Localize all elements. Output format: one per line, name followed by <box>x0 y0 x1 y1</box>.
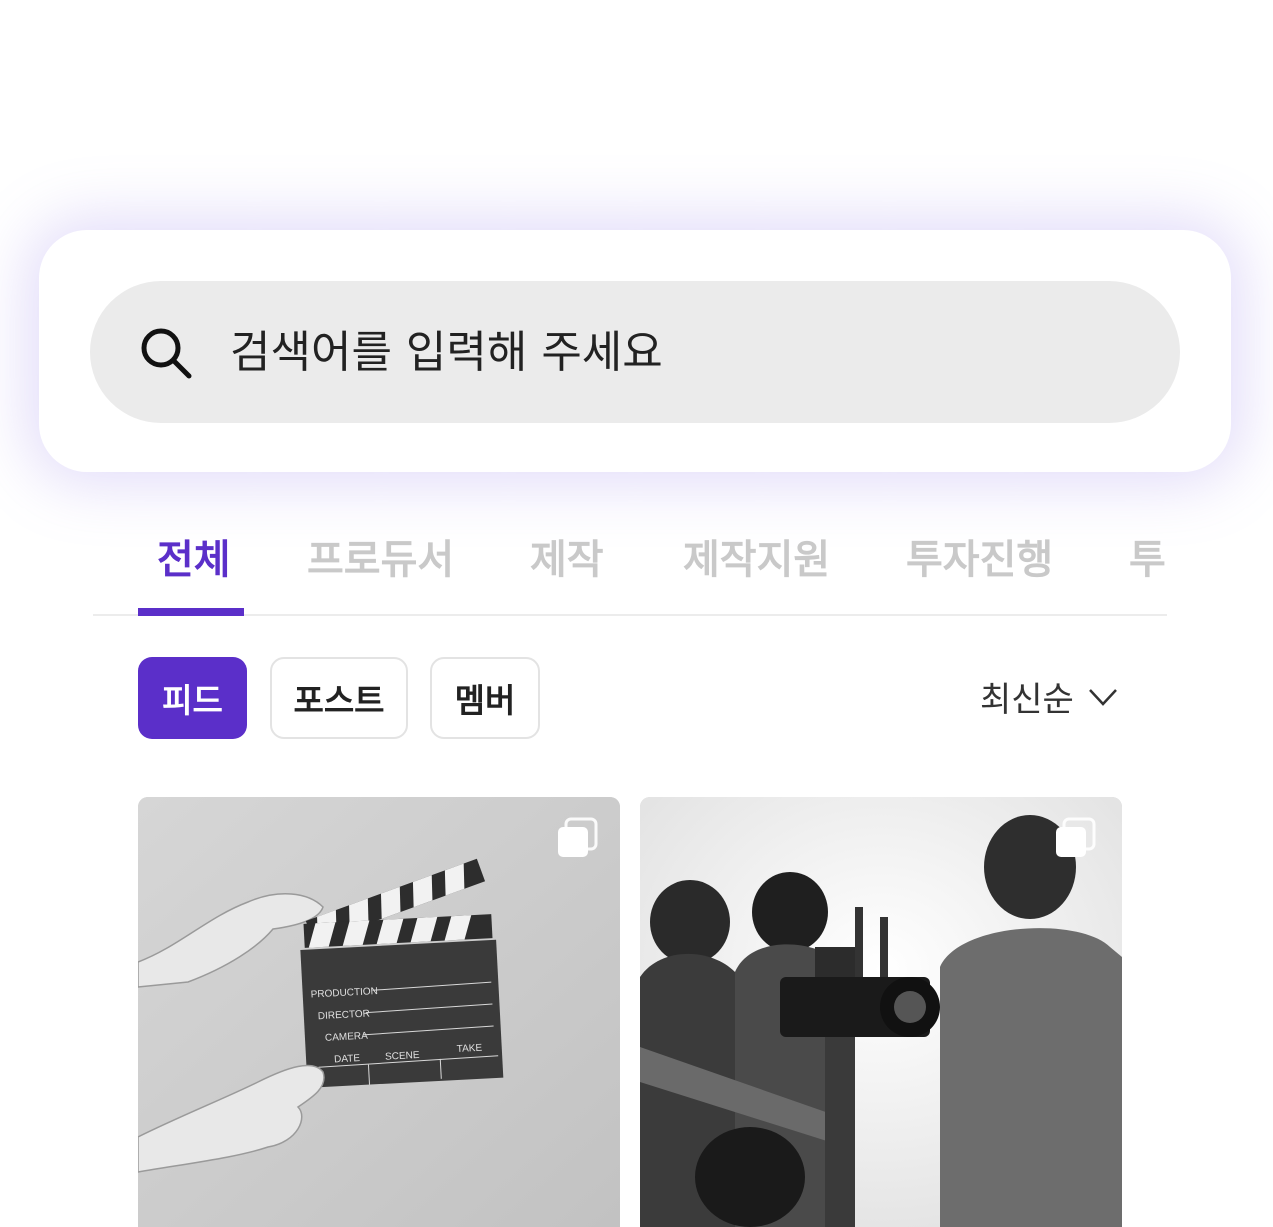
filter-member-button[interactable]: 멤버 <box>430 657 540 739</box>
clapper-date-label: DATE <box>334 1053 361 1065</box>
tab-investment-partial[interactable]: 투 <box>1129 527 1166 585</box>
filter-post-button[interactable]: 포스트 <box>270 657 408 739</box>
multiple-images-icon <box>1056 817 1096 857</box>
tab-all[interactable]: 전체 <box>157 527 231 585</box>
clapperboard-image: PRODUCTION DIRECTOR CAMERA DATE SCENE TA… <box>138 797 620 1227</box>
sort-dropdown[interactable]: 최신순 <box>980 672 1118 721</box>
sort-label: 최신순 <box>980 680 1074 720</box>
category-tabs: 전체 프로듀서 제작 제작지원 투자진행 투 <box>0 515 1273 625</box>
tab-producer[interactable]: 프로듀서 <box>307 527 454 585</box>
clapper-take-label: TAKE <box>456 1043 482 1055</box>
tab-production[interactable]: 제작 <box>530 527 604 585</box>
feed-card[interactable]: PRODUCTION DIRECTOR CAMERA DATE SCENE TA… <box>138 797 620 1227</box>
multiple-images-icon <box>558 817 598 857</box>
feed-card[interactable] <box>640 797 1122 1227</box>
filter-feed-button[interactable]: 피드 <box>138 657 247 739</box>
tab-investment-progress[interactable]: 투자진행 <box>906 527 1053 585</box>
tab-divider <box>93 614 1167 616</box>
tab-active-indicator <box>138 608 244 616</box>
film-crew-image <box>640 797 1122 1227</box>
search-card <box>39 230 1231 472</box>
search-bar[interactable] <box>90 281 1180 423</box>
clapper-camera-label: CAMERA <box>325 1031 369 1044</box>
search-icon <box>141 328 192 379</box>
chevron-down-icon <box>1088 688 1117 706</box>
search-input[interactable] <box>230 281 1130 423</box>
tab-production-support[interactable]: 제작지원 <box>683 527 830 585</box>
